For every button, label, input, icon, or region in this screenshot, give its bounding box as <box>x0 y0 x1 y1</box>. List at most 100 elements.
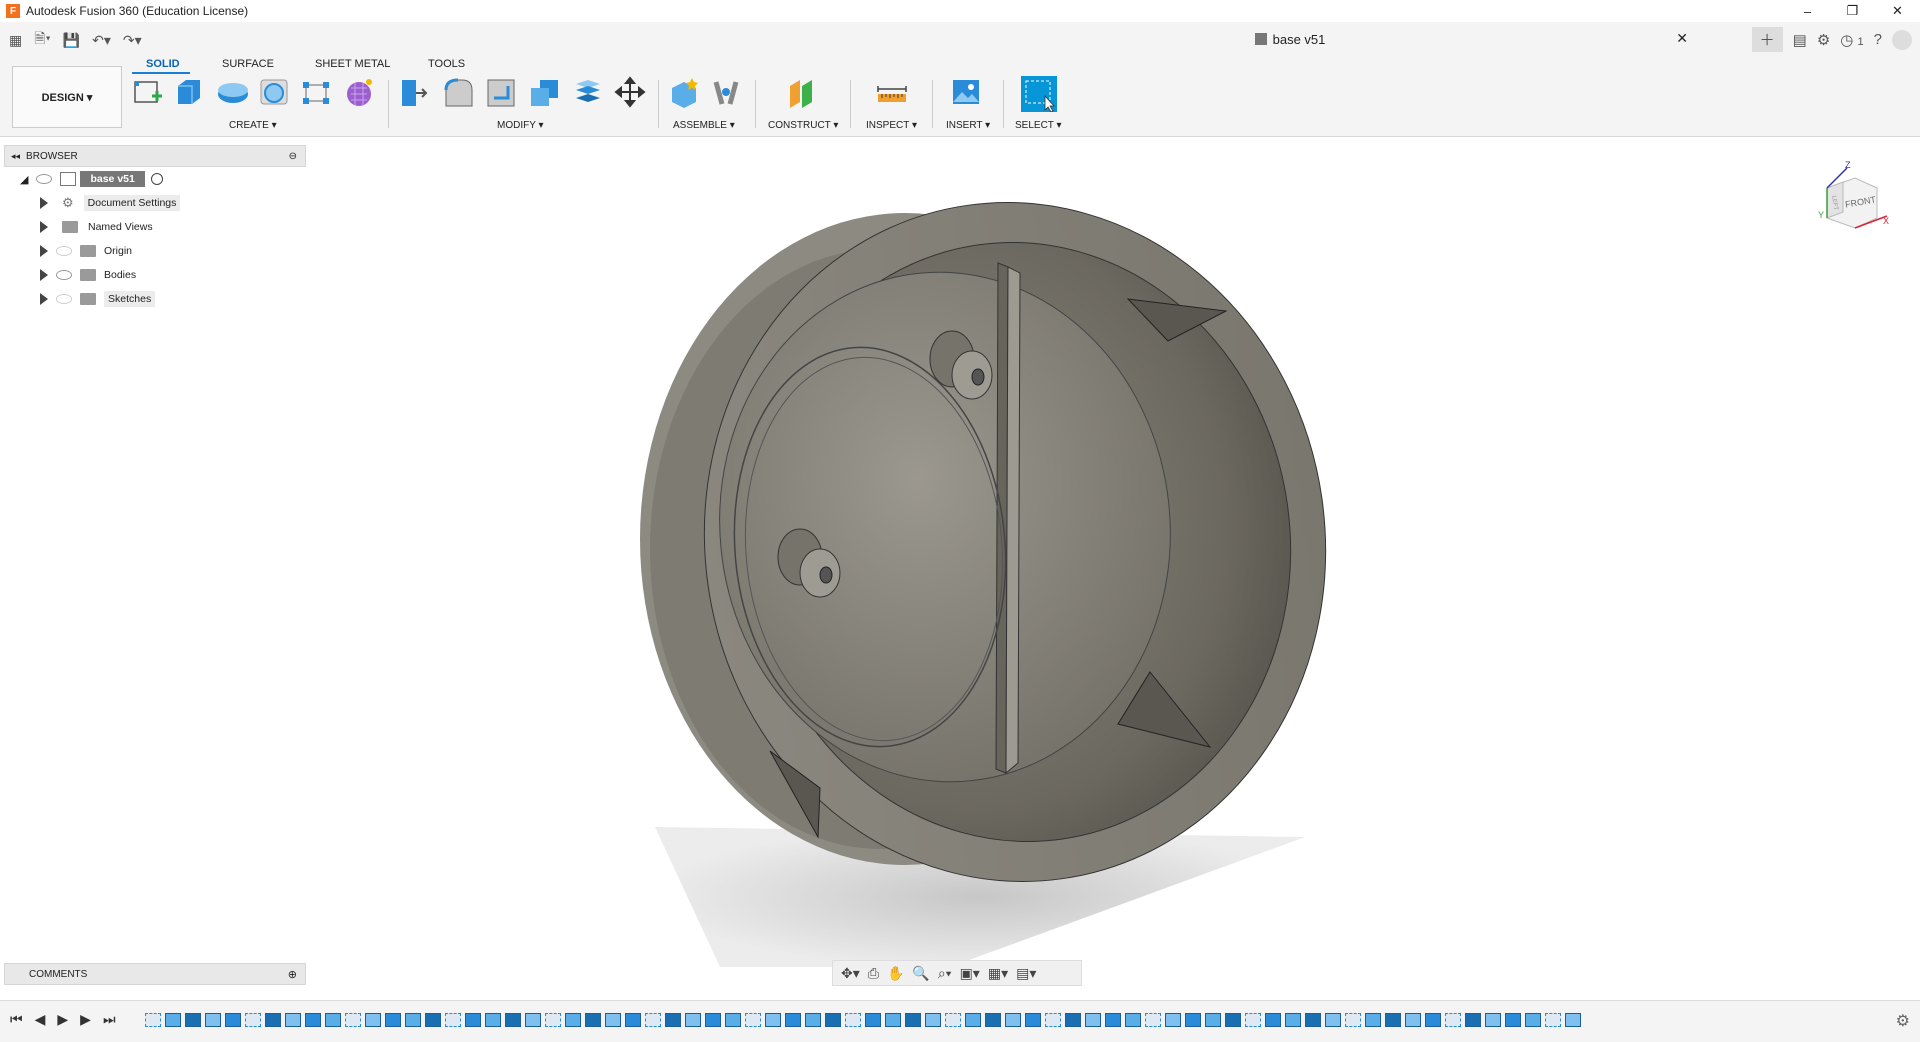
timeline-feature-icon[interactable] <box>1365 1013 1381 1027</box>
tab-solid[interactable]: SOLID <box>146 58 180 70</box>
timeline-feature-icon[interactable] <box>565 1013 581 1027</box>
timeline-feature-icon[interactable] <box>705 1013 721 1027</box>
shell-icon[interactable] <box>528 76 560 108</box>
go-to-end-icon[interactable]: ⏭ <box>103 1011 116 1028</box>
timeline-feature-icon[interactable] <box>1285 1013 1301 1027</box>
joint-icon[interactable] <box>710 76 742 108</box>
browser-options-icon[interactable]: ⊖ <box>289 151 297 162</box>
minimize-button[interactable]: – <box>1785 0 1830 22</box>
hidden-eye-icon[interactable] <box>56 294 72 304</box>
timeline-feature-icon[interactable] <box>1025 1013 1041 1027</box>
timeline-feature-icon[interactable] <box>685 1013 701 1027</box>
timeline-feature-icon[interactable] <box>1345 1013 1361 1027</box>
document-tab[interactable]: base v51 ✕ <box>880 22 1700 56</box>
step-back-icon[interactable]: ◀ <box>35 1011 46 1028</box>
add-comment-icon[interactable]: ⊕ <box>288 968 297 981</box>
look-at-icon[interactable]: ⎙ <box>868 965 879 982</box>
timeline-feature-icon[interactable] <box>1245 1013 1261 1027</box>
timeline-feature-icon[interactable] <box>1225 1013 1241 1027</box>
create-form-icon[interactable] <box>343 76 375 108</box>
timeline-feature-icon[interactable] <box>525 1013 541 1027</box>
timeline-feature-icon[interactable] <box>1545 1013 1561 1027</box>
timeline-feature-icon[interactable] <box>205 1013 221 1027</box>
tab-tools[interactable]: TOOLS <box>428 58 465 70</box>
hidden-eye-icon[interactable] <box>56 246 72 256</box>
app-grid-icon[interactable]: ▦ <box>6 32 25 49</box>
timeline-feature-icon[interactable] <box>925 1013 941 1027</box>
orbit-icon[interactable]: ✥▾ <box>841 965 860 982</box>
browser-panel-header[interactable]: ◂◂ BROWSER ⊖ <box>4 145 306 167</box>
timeline-feature-icon[interactable] <box>785 1013 801 1027</box>
expand-root-icon[interactable]: ◢ <box>20 173 28 186</box>
timeline-feature-icon[interactable] <box>1465 1013 1481 1027</box>
timeline-feature-icon[interactable] <box>485 1013 501 1027</box>
timeline-feature-icon[interactable] <box>845 1013 861 1027</box>
move-copy-icon[interactable] <box>614 76 646 108</box>
timeline-feature-icon[interactable] <box>725 1013 741 1027</box>
extrude-icon[interactable] <box>172 76 204 108</box>
timeline-feature-icon[interactable] <box>1205 1013 1221 1027</box>
expand-icon[interactable] <box>40 197 48 209</box>
timeline-feature-icon[interactable] <box>425 1013 441 1027</box>
measure-icon[interactable] <box>876 76 908 108</box>
undo-icon[interactable]: ↶▾ <box>89 32 114 49</box>
save-icon[interactable]: 💾 <box>60 32 83 49</box>
data-panel-icon[interactable]: ▤ <box>1793 31 1807 49</box>
timeline-settings-icon[interactable]: ⚙ <box>1896 1011 1910 1031</box>
visibility-eye-icon[interactable] <box>36 174 53 184</box>
insert-image-icon[interactable] <box>950 76 982 108</box>
tree-item-bodies[interactable]: Bodies <box>40 266 136 284</box>
play-icon[interactable]: ▶ <box>57 1011 68 1028</box>
timeline-feature-icon[interactable] <box>645 1013 661 1027</box>
timeline-feature-icon[interactable] <box>625 1013 641 1027</box>
timeline-feature-icon[interactable] <box>745 1013 761 1027</box>
timeline-feature-icon[interactable] <box>505 1013 521 1027</box>
timeline-feature-icon[interactable] <box>1185 1013 1201 1027</box>
timeline-feature-icon[interactable] <box>465 1013 481 1027</box>
timeline-feature-icon[interactable] <box>1405 1013 1421 1027</box>
expand-icon[interactable] <box>40 221 48 233</box>
redo-icon[interactable]: ↷▾ <box>120 32 145 49</box>
expand-icon[interactable] <box>40 269 48 281</box>
offset-plane-icon[interactable] <box>786 76 818 108</box>
create-group-label[interactable]: CREATE ▾ <box>229 120 277 131</box>
rectangular-pattern-icon[interactable] <box>300 76 332 108</box>
avatar[interactable] <box>1892 29 1912 50</box>
timeline-feature-icon[interactable] <box>765 1013 781 1027</box>
assemble-group-label[interactable]: ASSEMBLE ▾ <box>673 120 735 131</box>
timeline-feature-icon[interactable] <box>305 1013 321 1027</box>
timeline-feature-icon[interactable] <box>605 1013 621 1027</box>
timeline-feature-icon[interactable] <box>405 1013 421 1027</box>
timeline-feature-icon[interactable] <box>1565 1013 1581 1027</box>
step-forward-icon[interactable]: ▶ <box>80 1011 91 1028</box>
job-status-icon[interactable]: ◷ 1 <box>1840 31 1863 49</box>
zoom-icon[interactable]: 🔍 <box>912 965 929 982</box>
timeline-feature-icon[interactable] <box>1045 1013 1061 1027</box>
timeline-feature-icon[interactable] <box>1385 1013 1401 1027</box>
activate-radio-icon[interactable] <box>150 173 163 185</box>
create-sketch-icon[interactable] <box>132 76 164 108</box>
viewcube[interactable]: FRONT LEFT Z X Y <box>1815 160 1890 240</box>
browser-root-node[interactable]: ◢ base v51 <box>20 170 163 188</box>
timeline-feature-icon[interactable] <box>1505 1013 1521 1027</box>
tree-item-document-settings[interactable]: ⚙ Document Settings <box>40 194 181 212</box>
timeline-feature-icon[interactable] <box>1445 1013 1461 1027</box>
timeline-feature-icon[interactable] <box>1125 1013 1141 1027</box>
timeline-feature-icon[interactable] <box>185 1013 201 1027</box>
timeline-feature-icon[interactable] <box>585 1013 601 1027</box>
fit-icon[interactable]: ⌕▾ <box>938 965 952 982</box>
extensions-icon[interactable]: ⚙ <box>1817 31 1830 49</box>
visibility-eye-icon[interactable] <box>56 270 72 280</box>
timeline-feature-icon[interactable] <box>825 1013 841 1027</box>
timeline-feature-icon[interactable] <box>865 1013 881 1027</box>
timeline-feature-icon[interactable] <box>965 1013 981 1027</box>
timeline-feature-icon[interactable] <box>285 1013 301 1027</box>
timeline-feature-icon[interactable] <box>245 1013 261 1027</box>
collapse-browser-icon[interactable]: ◂◂ <box>11 151 20 162</box>
workspace-switcher[interactable]: DESIGN ▾ <box>12 66 122 128</box>
timeline-feature-icon[interactable] <box>1065 1013 1081 1027</box>
modify-group-label[interactable]: MODIFY ▾ <box>497 120 544 131</box>
timeline-feature-icon[interactable] <box>885 1013 901 1027</box>
timeline-feature-icon[interactable] <box>445 1013 461 1027</box>
inspect-group-label[interactable]: INSPECT ▾ <box>866 120 917 131</box>
